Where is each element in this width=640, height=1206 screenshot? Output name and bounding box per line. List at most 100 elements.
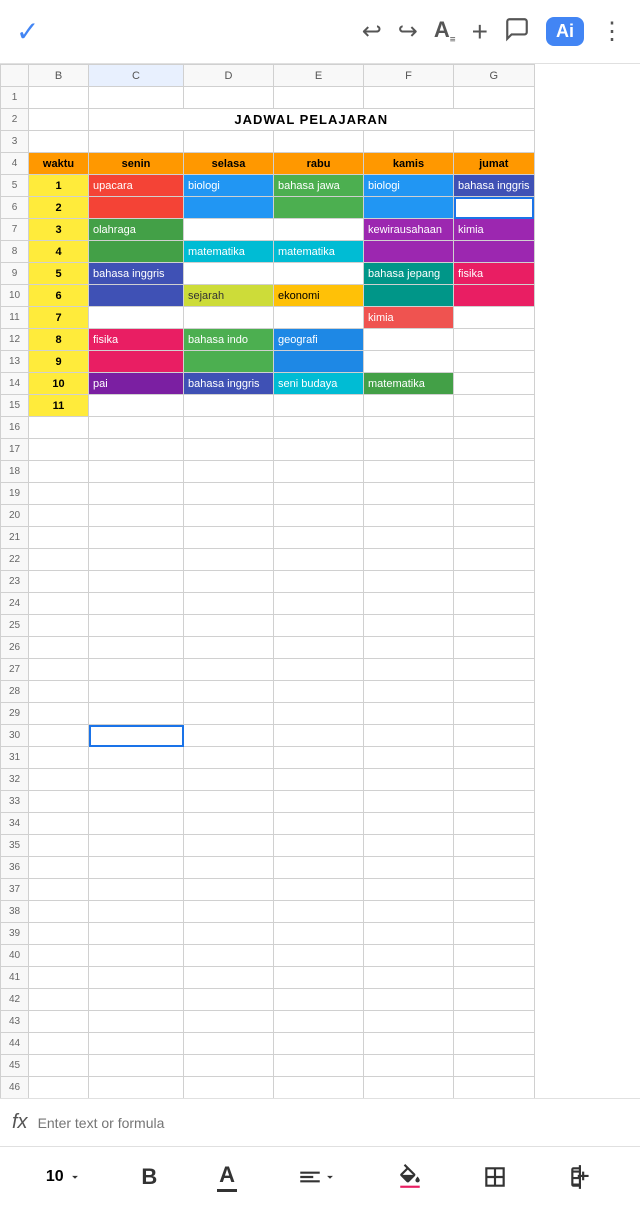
cell-C3[interactable]	[89, 131, 184, 153]
cell-C5[interactable]: upacara	[89, 175, 184, 197]
cell-B12[interactable]: 8	[29, 329, 89, 351]
cell-D30[interactable]	[184, 725, 274, 747]
cell-D14[interactable]: bahasa inggris	[184, 373, 274, 395]
cell-C6[interactable]	[89, 197, 184, 219]
font-size-selector[interactable]: 10	[46, 1168, 82, 1186]
cell-B11[interactable]: 7	[29, 307, 89, 329]
cell-F30[interactable]	[364, 725, 454, 747]
cell-E15[interactable]	[274, 395, 364, 417]
cell-F1[interactable]	[364, 87, 454, 109]
cell-E4[interactable]: rabu	[274, 153, 364, 175]
cell-E30[interactable]	[274, 725, 364, 747]
cell-D1[interactable]	[184, 87, 274, 109]
cell-C4[interactable]: senin	[89, 153, 184, 175]
cell-G6[interactable]	[454, 197, 535, 219]
insert-col-button[interactable]	[568, 1164, 594, 1190]
col-header-F[interactable]: F	[364, 65, 454, 87]
cell-B13[interactable]: 9	[29, 351, 89, 373]
cell-F15[interactable]	[364, 395, 454, 417]
cell-E7[interactable]	[274, 219, 364, 241]
cell-G11[interactable]	[454, 307, 535, 329]
cell-C30[interactable]	[89, 725, 184, 747]
cell-C7[interactable]: olahraga	[89, 219, 184, 241]
cell-B4[interactable]: waktu	[29, 153, 89, 175]
cell-B30[interactable]	[29, 725, 89, 747]
cell-E6[interactable]	[274, 197, 364, 219]
cell-G4[interactable]: jumat	[454, 153, 535, 175]
cell-G12[interactable]	[454, 329, 535, 351]
cell-C9[interactable]: bahasa inggris	[89, 263, 184, 285]
col-header-D[interactable]: D	[184, 65, 274, 87]
cell-B15[interactable]: 11	[29, 395, 89, 417]
cell-E9[interactable]	[274, 263, 364, 285]
cell-C15[interactable]	[89, 395, 184, 417]
cell-E3[interactable]	[274, 131, 364, 153]
cell-G9[interactable]: fisika	[454, 263, 535, 285]
cell-E14[interactable]: seni budaya	[274, 373, 364, 395]
cell-G30[interactable]	[454, 725, 535, 747]
cell-D3[interactable]	[184, 131, 274, 153]
cell-D6[interactable]	[184, 197, 274, 219]
add-button[interactable]: +	[472, 16, 488, 48]
cell-F5[interactable]: biologi	[364, 175, 454, 197]
cell-E13[interactable]	[274, 351, 364, 373]
comment-button[interactable]	[504, 16, 530, 48]
cell-B2[interactable]	[29, 109, 89, 131]
col-header-E[interactable]: E	[274, 65, 364, 87]
align-button[interactable]	[297, 1164, 337, 1190]
cell-C14[interactable]: pai	[89, 373, 184, 395]
text-format-button[interactable]: A≡	[434, 17, 456, 45]
cell-D10[interactable]: sejarah	[184, 285, 274, 307]
cell-G7[interactable]: kimia	[454, 219, 535, 241]
formula-input[interactable]	[38, 1115, 628, 1131]
cell-D8[interactable]: matematika	[184, 241, 274, 263]
cell-E8[interactable]: matematika	[274, 241, 364, 263]
fill-color-button[interactable]	[397, 1164, 423, 1190]
cell-border-button[interactable]	[482, 1164, 508, 1190]
cell-B6[interactable]: 2	[29, 197, 89, 219]
undo-button[interactable]: ↩	[362, 17, 382, 46]
bold-button[interactable]: B	[141, 1164, 157, 1190]
cell-C12[interactable]: fisika	[89, 329, 184, 351]
cell-G13[interactable]	[454, 351, 535, 373]
cell-G3[interactable]	[454, 131, 535, 153]
cell-D15[interactable]	[184, 395, 274, 417]
col-header-C[interactable]: C	[89, 65, 184, 87]
cell-F14[interactable]: matematika	[364, 373, 454, 395]
col-header-G[interactable]: G	[454, 65, 535, 87]
cell-B10[interactable]: 6	[29, 285, 89, 307]
redo-button[interactable]: ↪	[398, 17, 418, 46]
cell-G1[interactable]	[454, 87, 535, 109]
sheet-scroll[interactable]: B C D E F G 1	[0, 64, 640, 1098]
cell-B14[interactable]: 10	[29, 373, 89, 395]
cell-B5[interactable]: 1	[29, 175, 89, 197]
cell-D4[interactable]: selasa	[184, 153, 274, 175]
cell-E12[interactable]: geografi	[274, 329, 364, 351]
col-header-B[interactable]: B	[29, 65, 89, 87]
cell-D13[interactable]	[184, 351, 274, 373]
text-color-button[interactable]: A	[217, 1162, 237, 1192]
cell-D5[interactable]: biologi	[184, 175, 274, 197]
cell-D11[interactable]	[184, 307, 274, 329]
cell-G14[interactable]	[454, 373, 535, 395]
cell-B9[interactable]: 5	[29, 263, 89, 285]
cell-D7[interactable]	[184, 219, 274, 241]
cell-B1[interactable]	[29, 87, 89, 109]
cell-F9[interactable]: bahasa jepang	[364, 263, 454, 285]
cell-F7[interactable]: kewirausahaan	[364, 219, 454, 241]
cell-C13[interactable]	[89, 351, 184, 373]
cell-E11[interactable]	[274, 307, 364, 329]
cell-F3[interactable]	[364, 131, 454, 153]
cell-F12[interactable]	[364, 329, 454, 351]
cell-C10[interactable]	[89, 285, 184, 307]
cell-F11[interactable]: kimia	[364, 307, 454, 329]
cell-C1[interactable]	[89, 87, 184, 109]
cell-F10[interactable]	[364, 285, 454, 307]
cell-G15[interactable]	[454, 395, 535, 417]
cell-G10[interactable]	[454, 285, 535, 307]
cell-title[interactable]: JADWAL PELAJARAN	[89, 109, 535, 131]
cell-F13[interactable]	[364, 351, 454, 373]
cell-E10[interactable]: ekonomi	[274, 285, 364, 307]
cell-F6[interactable]	[364, 197, 454, 219]
more-options-button[interactable]: ⋮	[600, 17, 624, 46]
